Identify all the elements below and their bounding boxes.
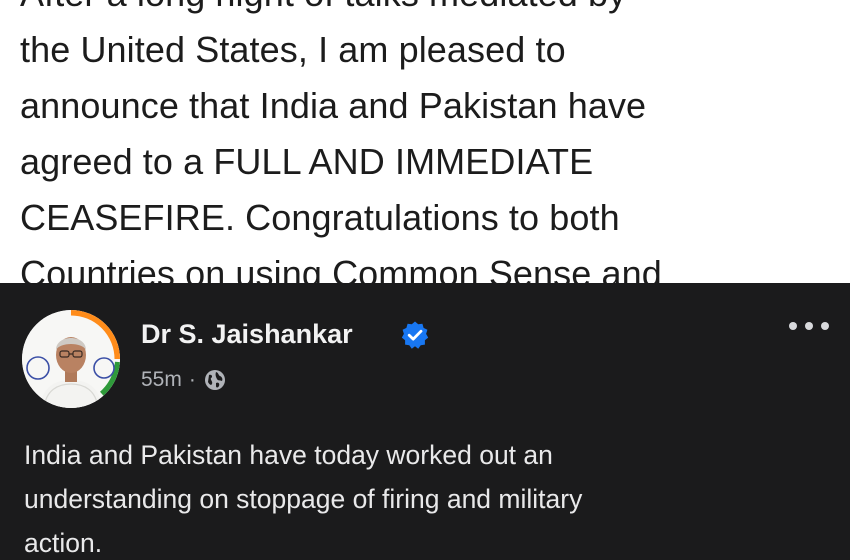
post-body-line: action. bbox=[24, 528, 103, 558]
bottom-post-card: Dr S. Jaishankar 55m · India and Pakista… bbox=[0, 283, 850, 560]
screenshot-stage: After a long night of talks mediated by … bbox=[0, 0, 850, 560]
verified-badge-icon bbox=[401, 321, 429, 349]
top-post-line: Countries on using Common Sense and bbox=[20, 253, 662, 283]
post-body-line: India and Pakistan have today worked out… bbox=[24, 440, 553, 470]
meta-separator: · bbox=[188, 368, 196, 391]
top-post-line: announce that India and Pakistan have bbox=[20, 85, 647, 126]
top-post-text: After a long night of talks mediated by … bbox=[20, 0, 840, 283]
post-meta: 55m · bbox=[141, 365, 226, 395]
more-options-icon[interactable] bbox=[785, 318, 833, 334]
top-post-line: the United States, I am pleased to bbox=[20, 29, 566, 70]
top-post-line: CEASEFIRE. Congratulations to both bbox=[20, 197, 620, 238]
post-body: India and Pakistan have today worked out… bbox=[24, 433, 824, 560]
avatar-image bbox=[22, 310, 120, 408]
globe-icon[interactable] bbox=[204, 369, 226, 391]
avatar[interactable] bbox=[22, 310, 120, 408]
post-timestamp[interactable]: 55m bbox=[141, 368, 182, 392]
top-post-card: After a long night of talks mediated by … bbox=[0, 0, 850, 283]
top-post-line: After a long night of talks mediated by bbox=[20, 0, 840, 22]
post-body-line: understanding on stoppage of firing and … bbox=[24, 484, 583, 514]
author-name[interactable]: Dr S. Jaishankar bbox=[141, 317, 353, 351]
top-post-line: agreed to a FULL AND IMMEDIATE bbox=[20, 141, 594, 182]
